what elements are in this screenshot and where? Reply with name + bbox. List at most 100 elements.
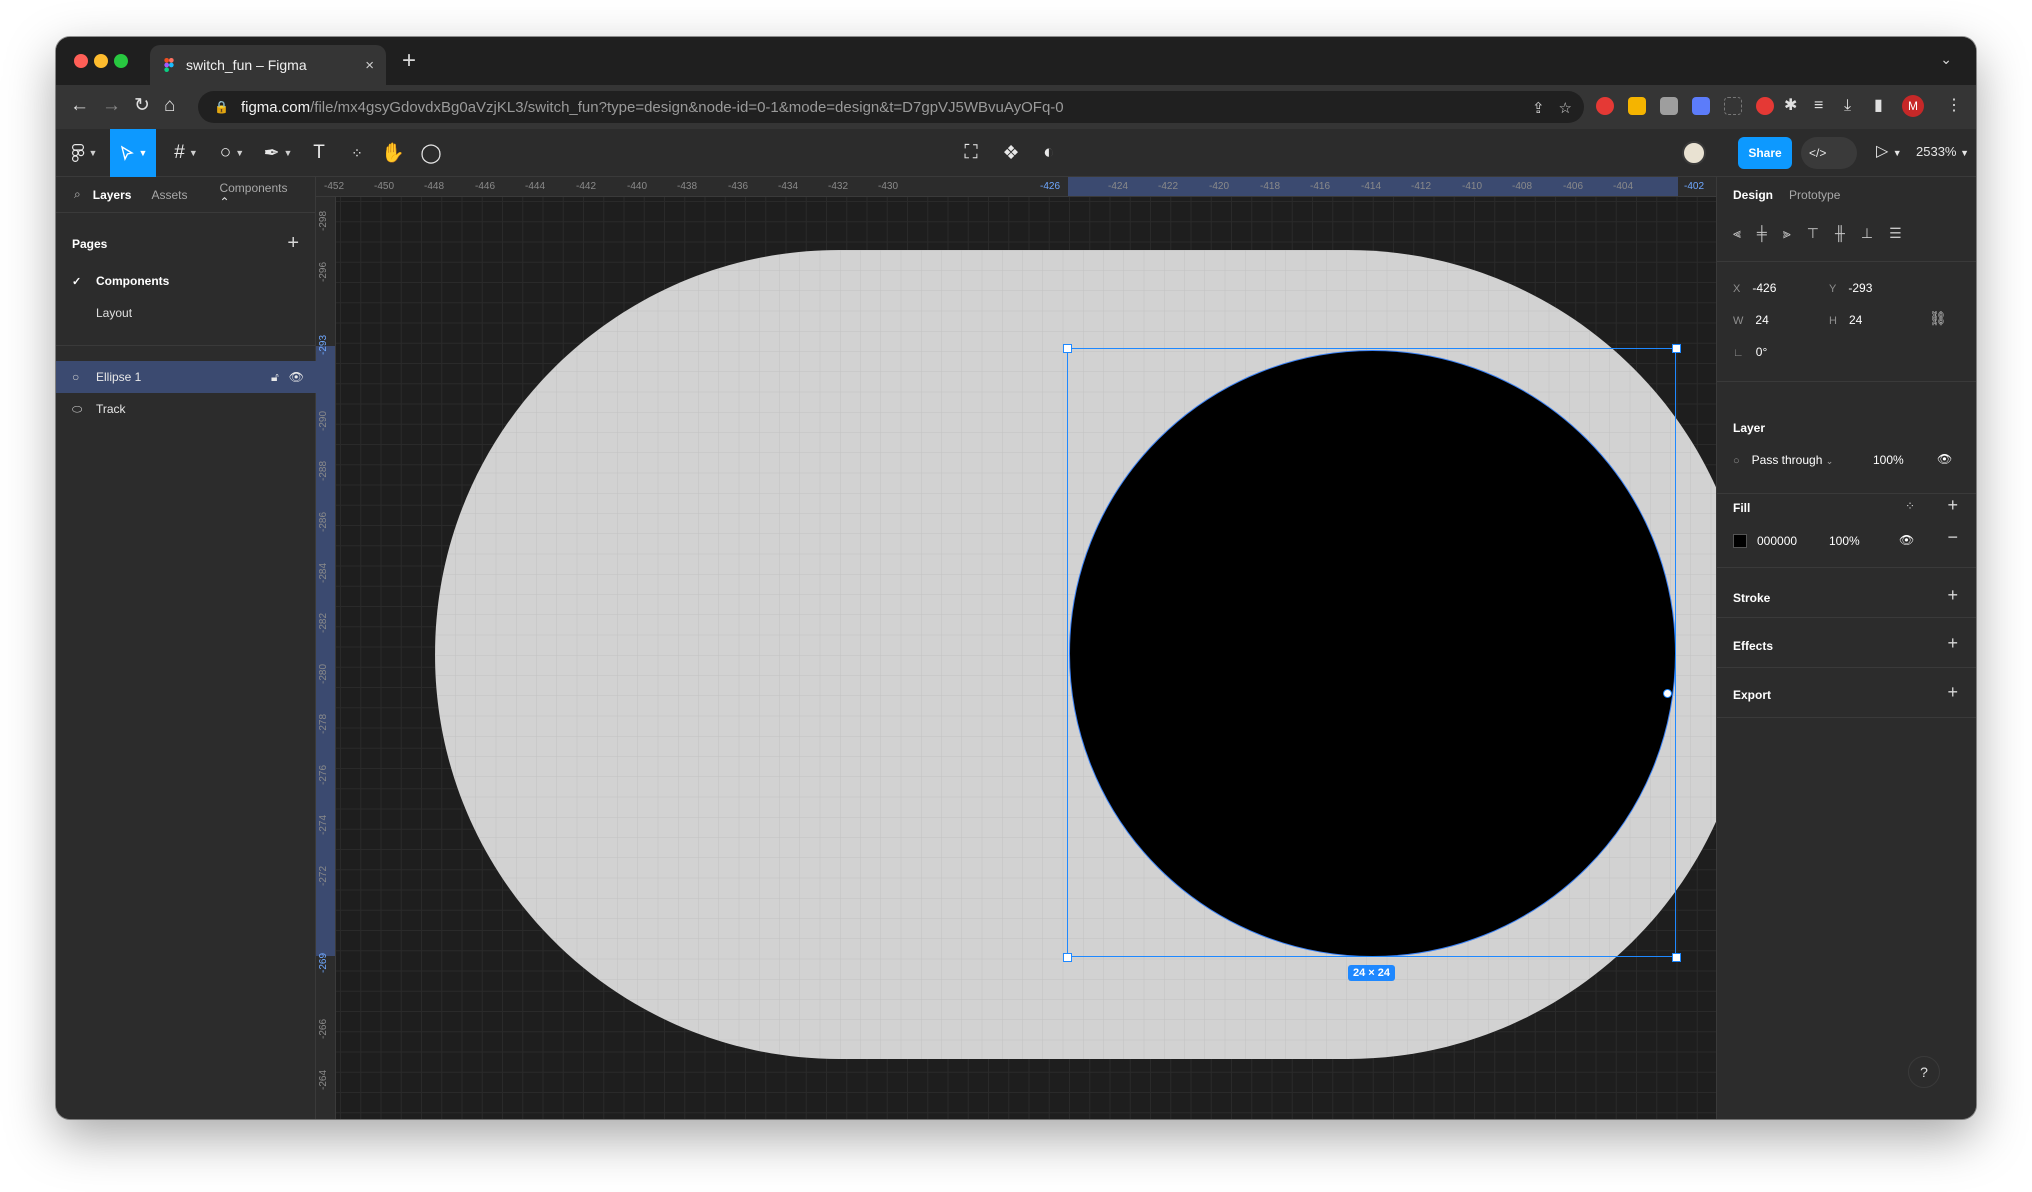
reading-list-icon[interactable]: ≡: [1814, 95, 1823, 117]
rotation-field[interactable]: ∟ 0°: [1733, 345, 1767, 359]
bookmark-star-icon[interactable]: ☆: [1559, 99, 1572, 117]
align-right-icon[interactable]: ⫸: [1783, 225, 1791, 242]
tab-layers[interactable]: Layers: [93, 188, 132, 202]
distribute-icon[interactable]: ☰: [1889, 225, 1902, 242]
layer-ellipse-1[interactable]: ○ Ellipse 1 🔓︎ 👁︎: [56, 361, 316, 393]
add-export-plus-icon[interactable]: +: [1947, 682, 1958, 703]
tab-design[interactable]: Design: [1733, 188, 1773, 202]
rotation-value: 0°: [1755, 345, 1768, 359]
share-button[interactable]: Share: [1738, 137, 1792, 169]
resize-handle-top-left[interactable]: [1063, 344, 1072, 353]
address-bar[interactable]: 🔒 figma.com/file/mx4gsyGdovdxBg0aVzjKL3/…: [198, 91, 1584, 123]
design-canvas[interactable]: 24 × 24: [336, 197, 1716, 1119]
browser-menu-icon[interactable]: ⋮: [1946, 95, 1962, 117]
fill-color-swatch[interactable]: [1733, 534, 1747, 548]
constrain-proportions-icon[interactable]: ⛓: [1929, 310, 1947, 327]
add-fill-plus-icon[interactable]: +: [1947, 495, 1958, 516]
create-component-crop-icon[interactable]: ⛶: [956, 129, 986, 177]
fill-visibility-eye-icon[interactable]: 👁︎: [1899, 533, 1914, 547]
unlock-icon[interactable]: 🔓︎: [271, 370, 279, 385]
minimize-window-button[interactable]: [94, 54, 108, 68]
tab-prototype[interactable]: Prototype: [1789, 188, 1840, 202]
extension-camera-icon[interactable]: [1660, 97, 1678, 115]
collaborator-avatar[interactable]: [1682, 141, 1706, 165]
contrast-theme-icon[interactable]: ◐: [1034, 129, 1064, 177]
horizontal-ruler[interactable]: -452 -450 -448 -446 -444 -442 -440 -438 …: [316, 177, 1716, 197]
layer-visibility-eye-icon[interactable]: 👁︎: [1937, 452, 1952, 466]
resize-handle-top-right[interactable]: [1672, 344, 1681, 353]
page-item-layout[interactable]: Layout: [56, 297, 316, 329]
present-play-icon[interactable]: ▷ ▼: [1876, 141, 1902, 161]
style-grid-icon[interactable]: ⁘: [1905, 499, 1915, 513]
back-arrow-icon[interactable]: ←: [70, 95, 89, 117]
ruler-label: -452: [324, 181, 345, 192]
vertical-ruler[interactable]: -298 -296 -293 -290 -288 -286 -284 -282 …: [316, 197, 336, 1119]
width-field[interactable]: W 24: [1733, 313, 1769, 327]
reload-icon[interactable]: ↻: [134, 95, 150, 117]
components-icon[interactable]: ❖: [996, 129, 1026, 177]
close-window-button[interactable]: [74, 54, 88, 68]
page-label: Components: [96, 274, 170, 288]
help-button[interactable]: ?: [1908, 1056, 1940, 1088]
move-tool-icon[interactable]: ▼: [110, 129, 156, 177]
side-panel-icon[interactable]: ▮: [1874, 95, 1883, 117]
text-tool-icon[interactable]: T: [304, 129, 334, 177]
extension-yellow-icon[interactable]: [1628, 97, 1646, 115]
align-horizontal-center-icon[interactable]: ╪: [1757, 225, 1767, 242]
arc-handle[interactable]: [1663, 689, 1672, 698]
pen-tool-icon[interactable]: ✒ ▼: [258, 129, 298, 177]
extensions-puzzle-icon[interactable]: ✱: [1784, 95, 1797, 117]
y-field[interactable]: Y -293: [1829, 281, 1872, 295]
blend-mode-dropdown[interactable]: ○ Pass through ⌄: [1733, 453, 1833, 467]
home-icon[interactable]: ⌂: [164, 95, 175, 117]
x-field[interactable]: X -426: [1733, 281, 1776, 295]
maximize-window-button[interactable]: [114, 54, 128, 68]
add-effect-plus-icon[interactable]: +: [1947, 633, 1958, 654]
shape-tool-ellipse-icon[interactable]: ○ ▼: [212, 129, 252, 177]
page-item-components[interactable]: ✓ Components: [56, 265, 316, 297]
divider: [56, 345, 316, 346]
extension-selection-icon[interactable]: [1724, 97, 1742, 115]
resize-handle-bottom-left[interactable]: [1063, 953, 1072, 962]
comment-tool-icon[interactable]: ◯: [416, 129, 446, 177]
extension-badge-icon[interactable]: [1756, 97, 1774, 115]
browser-tab[interactable]: switch_fun – Figma ×: [150, 45, 386, 85]
add-page-plus-icon[interactable]: +: [287, 232, 299, 255]
download-icon[interactable]: ⤓: [1844, 95, 1851, 117]
height-field[interactable]: H 24: [1829, 313, 1862, 327]
hand-tool-icon[interactable]: ✋: [378, 129, 408, 177]
forward-arrow-icon[interactable]: →: [102, 95, 121, 117]
fill-hex-value[interactable]: 000000: [1757, 534, 1797, 548]
selection-bounding-box[interactable]: [1067, 348, 1676, 957]
profile-avatar[interactable]: M: [1902, 95, 1924, 117]
ruler-label: -288: [318, 460, 329, 481]
add-stroke-plus-icon[interactable]: +: [1947, 585, 1958, 606]
align-bottom-icon[interactable]: ⊥: [1861, 225, 1873, 242]
frame-tool-icon[interactable]: # ▼: [166, 129, 206, 177]
layer-opacity[interactable]: 100%: [1873, 453, 1904, 467]
main-menu-figma-icon[interactable]: ▼: [64, 129, 104, 177]
extension-blue-icon[interactable]: [1692, 97, 1710, 115]
fill-opacity[interactable]: 100%: [1829, 534, 1860, 548]
tab-close-icon[interactable]: ×: [365, 57, 374, 74]
divider: [1717, 667, 1976, 668]
extension-red-icon[interactable]: [1596, 97, 1614, 115]
remove-fill-minus-icon[interactable]: −: [1947, 527, 1958, 548]
resources-tool-icon[interactable]: ⁘: [342, 129, 372, 177]
share-page-icon[interactable]: ⇪: [1532, 99, 1545, 117]
eye-icon[interactable]: 👁︎: [289, 370, 304, 385]
zoom-level-dropdown[interactable]: 2533% ▼: [1916, 144, 1969, 159]
browser-window: switch_fun – Figma × + ⌄ ← → ↻ ⌂ 🔒 figma…: [56, 37, 1976, 1119]
align-top-icon[interactable]: ⊤: [1807, 225, 1819, 242]
ruler-label: -422: [1158, 181, 1179, 192]
tab-assets[interactable]: Assets: [151, 188, 187, 202]
dev-mode-toggle[interactable]: </>: [1801, 137, 1857, 169]
layer-track[interactable]: ⬭ Track: [56, 393, 316, 425]
tab-search-chevron-icon[interactable]: ⌄: [1940, 51, 1952, 68]
resize-handle-bottom-right[interactable]: [1672, 953, 1681, 962]
components-dropdown[interactable]: Components ⌃: [219, 181, 307, 209]
search-icon[interactable]: ⌕: [74, 187, 81, 202]
align-vertical-center-icon[interactable]: ╫: [1835, 225, 1845, 242]
new-tab-button[interactable]: +: [402, 49, 416, 73]
align-left-icon[interactable]: ⫷: [1733, 225, 1741, 242]
